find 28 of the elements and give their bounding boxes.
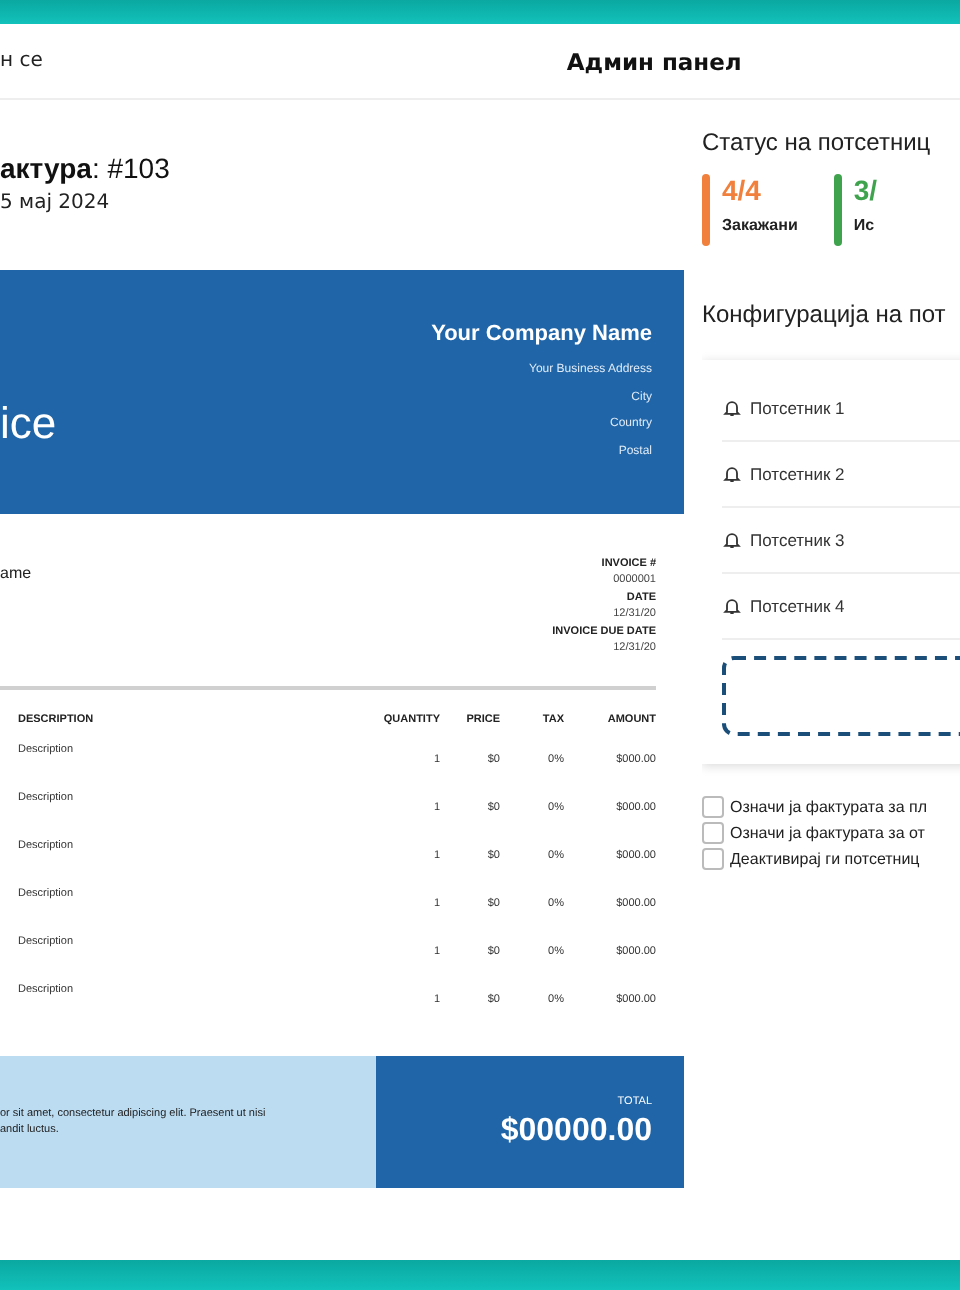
bell-icon	[722, 464, 742, 484]
checkbox-label: Означи ја фактурата за от	[730, 824, 925, 842]
checkbox[interactable]	[702, 848, 724, 870]
total-amount: $00000.00	[500, 1113, 652, 1149]
reminder-label: Потсетник 3	[750, 530, 845, 550]
reminder-label: Потсетник 1	[750, 398, 845, 418]
invoice-heading: ice	[0, 398, 57, 450]
checkbox[interactable]	[702, 822, 724, 844]
client-name: ame	[0, 564, 32, 586]
stat-value: 4/4	[722, 174, 763, 206]
reminder-label: Потсетник 2	[750, 464, 845, 484]
stat-value: 3/	[853, 174, 878, 206]
bell-icon	[722, 530, 742, 550]
stat-label: Закажани	[722, 216, 798, 234]
reminder-label: Потсетник 4	[750, 596, 845, 616]
section-title: Статус на потсетниц	[702, 128, 933, 156]
checkbox[interactable]	[702, 796, 724, 818]
logout-link[interactable]: н се	[0, 50, 43, 72]
checkbox-label: Означи ја фактурата за пл	[730, 798, 927, 816]
stat-label: Ис	[853, 216, 877, 234]
checkbox-label: Деактивирај ги потсетниц	[730, 850, 920, 868]
page-title: Админ панел	[566, 47, 742, 75]
invoice-title: актура: #103	[0, 152, 172, 184]
section-title: Конфигурација на пот	[702, 300, 948, 328]
bell-icon	[722, 596, 742, 616]
invoice-date: 5 мај 2024	[0, 192, 112, 214]
bell-icon	[722, 398, 742, 418]
company-name: Your Company Name	[431, 322, 652, 346]
